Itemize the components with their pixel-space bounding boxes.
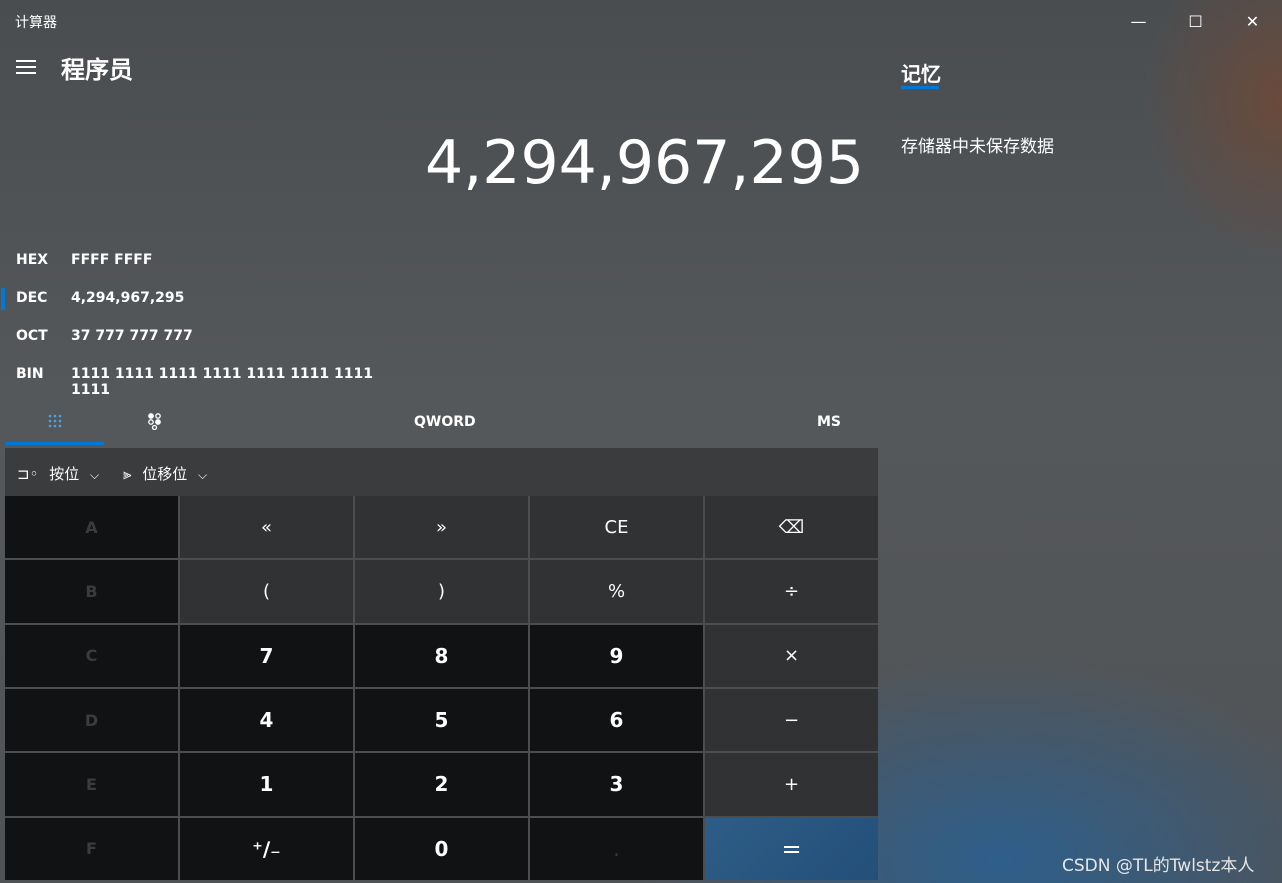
key-f[interactable]: F <box>5 817 178 880</box>
key-right-shift[interactable]: » <box>355 496 528 559</box>
mode-title: 程序员 <box>61 56 133 84</box>
keypad: A « » CE ⌫ B ( ) % ÷ C 7 8 9 × D 4 5 6 −… <box>5 496 878 880</box>
key-modulo[interactable]: % <box>530 560 703 623</box>
key-9[interactable]: 9 <box>530 624 703 687</box>
app-title: 计算器 <box>15 15 57 31</box>
chevron-down-icon: ⌵ <box>90 468 100 482</box>
key-b[interactable]: B <box>5 560 178 623</box>
backspace-icon: ⌫ <box>778 516 805 538</box>
key-5[interactable]: 5 <box>355 688 528 752</box>
key-0[interactable]: 0 <box>355 817 528 880</box>
tab-full-keypad[interactable] <box>6 398 104 444</box>
radix-dec[interactable]: DEC 4,294,967,295 <box>0 280 400 316</box>
radix-value: 4,294,967,295 <box>71 290 185 306</box>
key-negate[interactable]: ⁺∕₋ <box>180 817 353 880</box>
radix-value: 1111 1111 1111 1111 1111 1111 1111 1111 <box>71 366 373 398</box>
bitwise-label: 按位 <box>49 465 80 483</box>
maximize-icon: ☐ <box>1188 11 1203 31</box>
chevron-down-icon: ⌵ <box>198 468 208 482</box>
key-d[interactable]: D <box>5 688 178 752</box>
radix-label: HEX <box>16 252 49 268</box>
hamburger-icon <box>16 60 36 62</box>
bitshift-icon: ⫸ <box>123 465 132 483</box>
tab-bit-toggle[interactable] <box>106 398 204 444</box>
result-display: 4,294,967,295 <box>425 128 864 198</box>
key-7[interactable]: 7 <box>180 624 353 687</box>
key-subtract[interactable]: − <box>705 688 878 752</box>
key-left-shift[interactable]: « <box>180 496 353 559</box>
active-tab-underline <box>6 442 104 445</box>
close-icon: ✕ <box>1245 11 1260 31</box>
minimize-icon: — <box>1130 11 1147 31</box>
memory-store-button[interactable]: MS <box>817 414 841 430</box>
memory-tab-underline <box>901 86 939 89</box>
word-size-button[interactable]: QWORD <box>414 414 476 430</box>
radix-label: BIN <box>16 366 44 382</box>
key-right-paren[interactable]: ) <box>355 560 528 623</box>
radix-value: 37 777 777 777 <box>71 328 193 344</box>
watermark: CSDN @TL的Twlstz本人 <box>1062 856 1255 876</box>
radix-label: DEC <box>16 290 48 306</box>
key-divide[interactable]: ÷ <box>705 560 878 623</box>
hamburger-menu-button[interactable] <box>12 55 42 79</box>
close-button[interactable]: ✕ <box>1224 0 1281 42</box>
key-c[interactable]: C <box>5 624 178 687</box>
memory-tab[interactable]: 记忆 <box>901 58 941 87</box>
operator-bar: ⊐◦ 按位 ⌵ ⫸ 位移位 ⌵ <box>5 448 878 496</box>
logic-gate-icon: ⊐◦ <box>17 465 39 483</box>
key-add[interactable]: + <box>705 753 878 816</box>
key-equals[interactable]: = <box>705 817 878 880</box>
bitshift-dropdown[interactable]: ⫸ 位移位 ⌵ <box>123 463 207 484</box>
radix-value: FFFF FFFF <box>71 252 153 268</box>
keypad-icon <box>48 414 62 428</box>
key-6[interactable]: 6 <box>530 688 703 752</box>
radix-oct[interactable]: OCT 37 777 777 777 <box>0 318 400 354</box>
key-1[interactable]: 1 <box>180 753 353 816</box>
maximize-button[interactable]: ☐ <box>1167 0 1224 42</box>
key-backspace[interactable]: ⌫ <box>705 496 878 559</box>
radix-label: OCT <box>16 328 48 344</box>
key-decimal[interactable]: . <box>530 817 703 880</box>
key-8[interactable]: 8 <box>355 624 528 687</box>
key-clear-entry[interactable]: CE <box>530 496 703 559</box>
key-e[interactable]: E <box>5 753 178 816</box>
title-bar: 计算器 — ☐ ✕ <box>0 0 1282 42</box>
key-left-paren[interactable]: ( <box>180 560 353 623</box>
selected-indicator <box>1 288 5 310</box>
bitwise-dropdown[interactable]: ⊐◦ 按位 ⌵ <box>17 463 99 484</box>
memory-empty-message: 存储器中未保存数据 <box>901 137 1054 157</box>
key-multiply[interactable]: × <box>705 624 878 687</box>
radix-bin[interactable]: BIN 1111 1111 1111 1111 1111 1111 1111 1… <box>0 356 400 398</box>
bitshift-label: 位移位 <box>142 465 188 483</box>
key-a[interactable]: A <box>5 496 178 559</box>
minimize-button[interactable]: — <box>1110 0 1167 42</box>
radix-hex[interactable]: HEX FFFF FFFF <box>0 242 400 278</box>
bit-toggle-icon <box>148 413 161 430</box>
key-2[interactable]: 2 <box>355 753 528 816</box>
key-4[interactable]: 4 <box>180 688 353 752</box>
key-3[interactable]: 3 <box>530 753 703 816</box>
